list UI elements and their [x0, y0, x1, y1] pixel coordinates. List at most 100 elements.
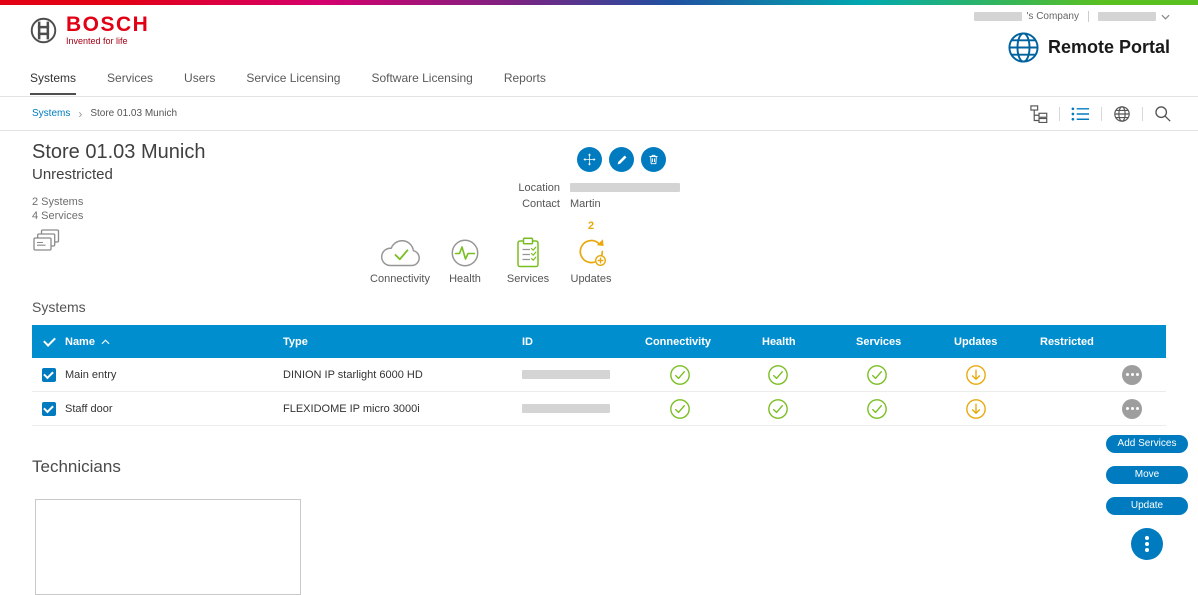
app-header: BOSCH Invented for life 's Company Remot…	[0, 5, 1198, 65]
group-summary: Store 01.03 Munich Unrestricted 2 System…	[32, 140, 205, 223]
tab-systems[interactable]: Systems	[30, 71, 76, 95]
tools-divider	[1142, 107, 1143, 121]
group-meta: Location Contact Martin	[496, 181, 680, 213]
health-ok-icon	[767, 364, 789, 386]
column-label-updates: Updates	[954, 336, 997, 348]
status-filter-services[interactable]: Services	[502, 220, 554, 285]
horizontal-ellipsis-icon	[1131, 373, 1134, 376]
contact-label: Contact	[496, 198, 560, 210]
globe-logo-icon	[1007, 31, 1040, 64]
updates-available-icon	[965, 398, 987, 420]
system-name: Main entry	[65, 369, 283, 381]
column-label-type: Type	[283, 336, 308, 348]
column-label-id: ID	[522, 336, 533, 348]
brand-tagline: Invented for life	[66, 36, 149, 46]
column-header-restricted[interactable]: Restricted	[1040, 336, 1166, 348]
column-header-health[interactable]: Health	[762, 336, 856, 348]
tab-service-licensing[interactable]: Service Licensing	[246, 71, 340, 95]
select-all-checkbox[interactable]	[42, 334, 57, 349]
updates-count-badge: 2	[588, 220, 594, 234]
column-header-connectivity[interactable]: Connectivity	[645, 336, 762, 348]
column-header-name[interactable]: Name	[65, 336, 283, 348]
search-icon[interactable]	[1154, 105, 1172, 123]
column-header-type[interactable]: Type	[283, 336, 522, 348]
systems-table: Name Type ID Connectivity Health Service…	[32, 325, 1166, 426]
add-services-button[interactable]: Add Services	[1106, 435, 1188, 453]
systems-heading: Systems	[32, 299, 1166, 315]
status-filter-connectivity[interactable]: Connectivity	[366, 220, 434, 285]
breadcrumb-systems-link[interactable]: Systems	[32, 108, 70, 119]
redacted-location-value	[570, 183, 680, 192]
vertical-ellipsis-icon	[1145, 542, 1149, 546]
map-view-globe-icon[interactable]	[1113, 105, 1131, 123]
services-count: 4 Services	[32, 209, 205, 223]
health-pulse-icon	[450, 234, 480, 268]
column-header-services[interactable]: Services	[856, 336, 954, 348]
sort-ascending-icon	[101, 339, 110, 345]
row-menu-button[interactable]	[1122, 365, 1142, 385]
column-label-services: Services	[856, 336, 901, 348]
pencil-icon	[616, 154, 628, 166]
systems-section: Systems Name Type ID Connectivity Health…	[32, 299, 1166, 426]
list-view-icon[interactable]	[1071, 106, 1090, 122]
system-group-icon	[33, 229, 60, 253]
brand-text: BOSCH Invented for life	[66, 14, 149, 46]
redacted-company-name	[974, 12, 1022, 21]
column-label-health: Health	[762, 336, 796, 348]
group-actions	[577, 147, 666, 172]
redacted-user-name	[1098, 12, 1156, 21]
move-group-button[interactable]	[577, 147, 602, 172]
connectivity-ok-icon	[669, 398, 691, 420]
system-type: FLEXIDOME IP micro 3000i	[283, 403, 522, 415]
portal-name: Remote Portal	[1048, 37, 1170, 58]
move-button[interactable]: Move	[1106, 466, 1188, 484]
column-header-updates[interactable]: Updates	[954, 336, 1040, 348]
services-checklist-icon	[515, 234, 541, 268]
updates-available-icon	[965, 364, 987, 386]
column-label-connectivity: Connectivity	[645, 336, 711, 348]
row-menu-button[interactable]	[1122, 399, 1142, 419]
trash-icon	[647, 153, 660, 166]
bulk-actions: Add Services Move Update	[1106, 435, 1188, 560]
main-nav: Systems Services Users Service Licensing…	[30, 71, 546, 95]
view-tools	[1030, 105, 1172, 123]
tree-view-icon[interactable]	[1030, 105, 1048, 123]
horizontal-ellipsis-icon	[1131, 407, 1134, 410]
account-menu[interactable]: 's Company	[974, 11, 1171, 22]
technician-card[interactable]	[35, 499, 301, 595]
more-actions-button[interactable]	[1131, 528, 1163, 560]
connectivity-cloud-icon	[378, 234, 422, 268]
page-title: Store 01.03 Munich	[32, 140, 205, 164]
column-label-name: Name	[65, 336, 95, 348]
status-label: Connectivity	[370, 273, 430, 285]
row-checkbox[interactable]	[42, 402, 56, 416]
breadcrumb-separator-icon	[78, 109, 82, 119]
table-row[interactable]: Main entry DINION IP starlight 6000 HD	[32, 358, 1166, 392]
breadcrumb-current: Store 01.03 Munich	[90, 108, 177, 119]
redacted-system-id	[522, 404, 610, 413]
system-type: DINION IP starlight 6000 HD	[283, 369, 522, 381]
row-checkbox[interactable]	[42, 368, 56, 382]
delete-button[interactable]	[641, 147, 666, 172]
column-label-restricted: Restricted	[1040, 336, 1094, 348]
update-button[interactable]: Update	[1106, 497, 1188, 515]
edit-button[interactable]	[609, 147, 634, 172]
table-row[interactable]: Staff door FLEXIDOME IP micro 3000i	[32, 392, 1166, 426]
technicians-section: Technicians	[32, 457, 301, 595]
status-filter-health[interactable]: Health	[442, 220, 488, 285]
status-label: Services	[507, 273, 549, 285]
account-divider	[1088, 11, 1089, 22]
tab-services[interactable]: Services	[107, 71, 153, 95]
move-icon	[583, 153, 596, 166]
tab-reports[interactable]: Reports	[504, 71, 546, 95]
tab-software-licensing[interactable]: Software Licensing	[371, 71, 472, 95]
column-header-id[interactable]: ID	[522, 336, 645, 348]
breadcrumb-bar: Systems Store 01.03 Munich	[0, 96, 1198, 131]
tools-divider	[1059, 107, 1060, 121]
bosch-logo[interactable]: BOSCH Invented for life	[30, 14, 149, 46]
status-filter-updates[interactable]: 2 Updates	[563, 220, 619, 285]
services-ok-icon	[866, 364, 888, 386]
tab-users[interactable]: Users	[184, 71, 215, 95]
portal-brand: Remote Portal	[1007, 31, 1170, 64]
location-label: Location	[496, 182, 560, 194]
